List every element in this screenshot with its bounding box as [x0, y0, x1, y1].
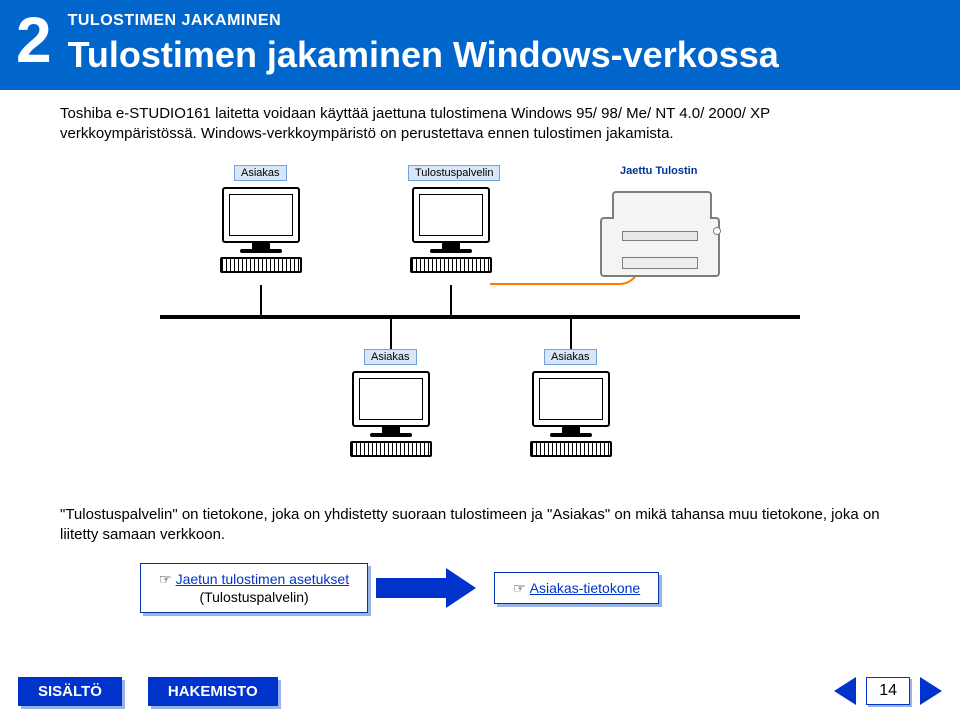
drop-line [570, 319, 572, 349]
computer-icon [526, 371, 616, 465]
chapter-label: TULOSTIMEN JAKAMINEN [68, 12, 779, 30]
link-box-client-computer[interactable]: ☞Asiakas-tietokone [494, 572, 659, 604]
link-text: Asiakas-tietokone [530, 580, 641, 596]
network-backbone [160, 315, 800, 319]
intro-paragraph: Toshiba e-STUDIO161 laitetta voidaan käy… [0, 90, 960, 145]
body-paragraph: "Tulostuspalvelin" on tietokone, joka on… [0, 495, 960, 546]
label-client: Asiakas [364, 349, 417, 365]
drop-line [390, 319, 392, 349]
label-client: Asiakas [234, 165, 287, 181]
contents-button[interactable]: SISÄLTÖ [18, 677, 122, 706]
index-button[interactable]: HAKEMISTO [148, 677, 278, 706]
link-subtext: (Tulostuspalvelin) [199, 589, 308, 605]
page-number: 14 [866, 677, 910, 705]
label-print-server: Tulostuspalvelin [408, 165, 500, 181]
pointing-hand-icon: ☞ [513, 580, 526, 596]
link-box-print-server-settings[interactable]: ☞Jaetun tulostimen asetukset (Tulostuspa… [140, 563, 368, 613]
document-header: 2 TULOSTIMEN JAKAMINEN Tulostimen jakami… [0, 0, 960, 90]
header-titles: TULOSTIMEN JAKAMINEN Tulostimen jakamine… [68, 8, 779, 76]
arrow-right-icon [376, 568, 486, 608]
prev-page-button[interactable] [834, 677, 856, 705]
drop-line [260, 285, 262, 315]
label-shared-printer: Jaettu Tulostin [620, 165, 697, 177]
network-diagram: Asiakas Tulostuspalvelin Jaettu Tulostin… [130, 165, 830, 495]
page-title: Tulostimen jakaminen Windows-verkossa [68, 34, 779, 76]
printer-icon [600, 187, 720, 277]
pointing-hand-icon: ☞ [159, 571, 172, 587]
next-page-button[interactable] [920, 677, 942, 705]
drop-line [450, 285, 452, 315]
computer-icon [406, 187, 496, 281]
link-text: Jaetun tulostimen asetukset [176, 571, 350, 587]
link-row: ☞Jaetun tulostimen asetukset (Tulostuspa… [140, 563, 960, 613]
chapter-number: 2 [16, 8, 52, 72]
computer-icon [346, 371, 436, 465]
computer-icon [216, 187, 306, 281]
label-client: Asiakas [544, 349, 597, 365]
footer-nav: SISÄLTÖ HAKEMISTO 14 [0, 667, 960, 715]
